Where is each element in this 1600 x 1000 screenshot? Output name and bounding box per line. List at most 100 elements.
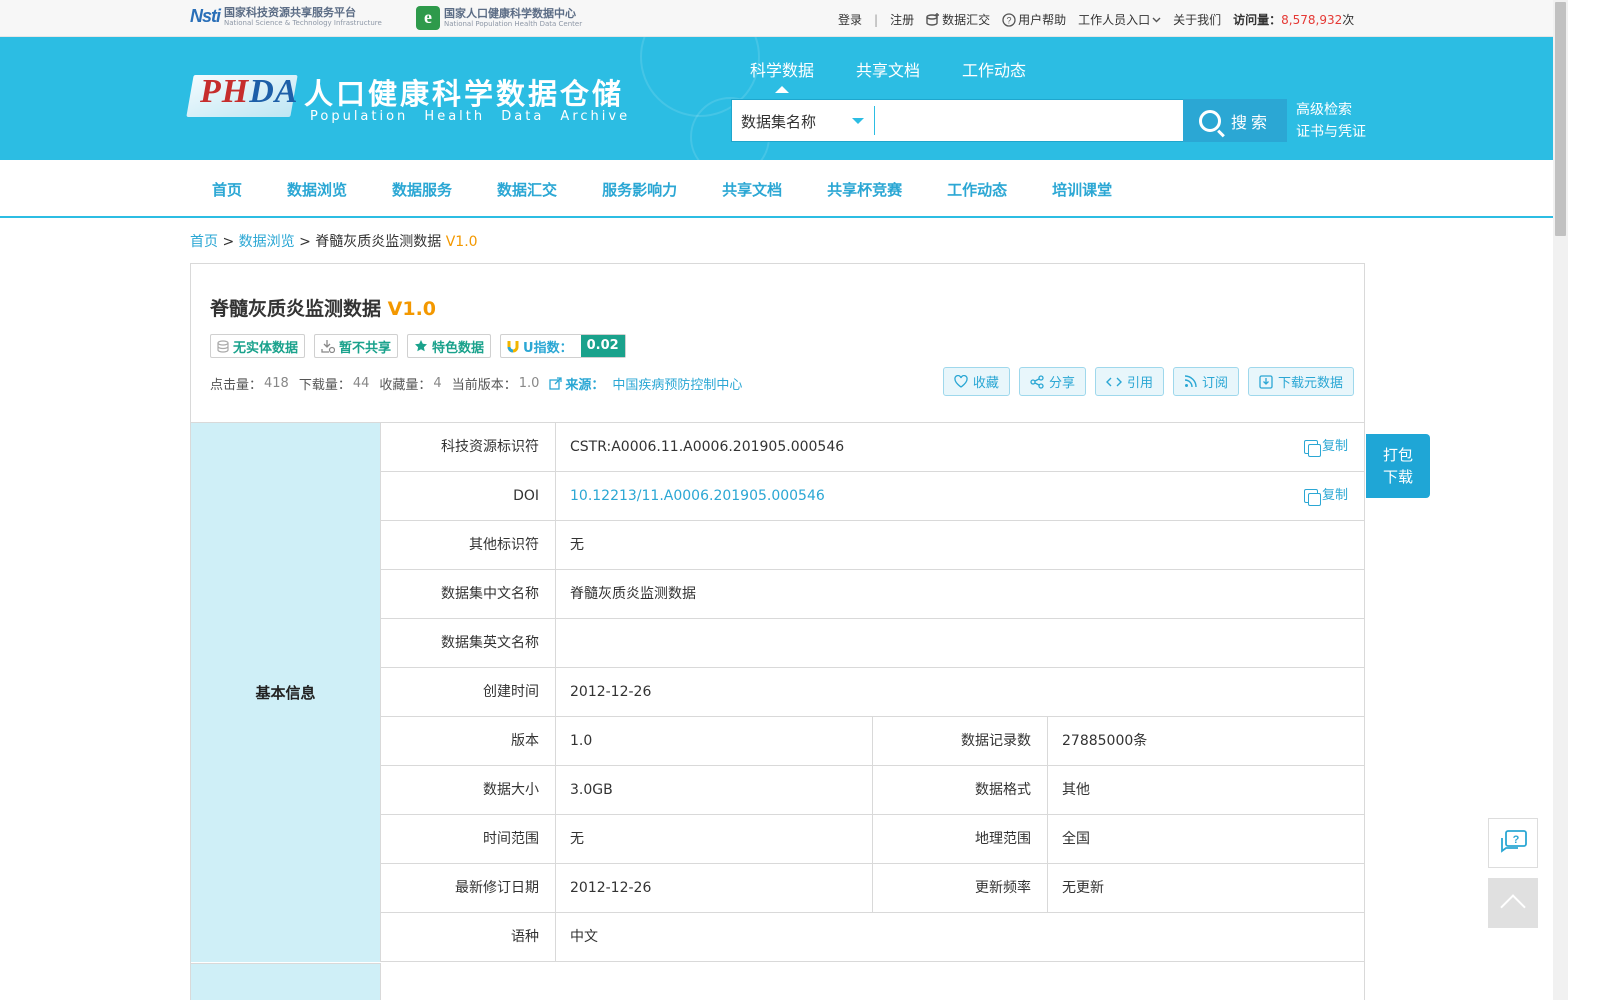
source-label: 来源：	[549, 374, 604, 393]
search-scope-select[interactable]: 数据集名称	[741, 111, 816, 132]
site-header: PHDA 人口健康科学数据仓储 Population Health Data A…	[0, 37, 1553, 160]
page-scrollbar[interactable]	[1553, 0, 1568, 1000]
favorite-button[interactable]: 收藏	[942, 367, 1010, 396]
download-icon	[1259, 374, 1273, 389]
nsti-logo[interactable]: Nsti 国家科技资源共享服务平台 National Science & Tec…	[190, 6, 382, 27]
dataset-stats: 点击量： 418 下载量： 44 收藏量： 4 当前版本： 1.0 来源： 中国…	[210, 374, 742, 393]
breadcrumb-browse[interactable]: 数据浏览	[239, 234, 295, 250]
cite-button[interactable]: 引用	[1094, 367, 1164, 396]
cstr-value: CSTR:A0006.11.A0006.201905.000546	[570, 439, 845, 455]
table-row: 数据集英文名称	[381, 619, 1364, 668]
basic-info-table: 基本信息 科技资源标识符 CSTR:A0006.11.A0006.201905.…	[191, 422, 1364, 1000]
nav-training[interactable]: 培训课堂	[1052, 179, 1112, 200]
nav-shared-docs[interactable]: 共享文档	[722, 179, 782, 200]
nav-service-impact[interactable]: 服务影响力	[602, 179, 677, 200]
source-link[interactable]: 中国疾病预防控制中心	[612, 374, 742, 393]
scrollbar-thumb[interactable]	[1555, 2, 1566, 236]
table-row: 版本 1.0 数据记录数 27885000条	[381, 717, 1364, 766]
downloads-label: 下载量：	[298, 378, 351, 393]
database-icon	[217, 339, 229, 353]
copy-cstr-button[interactable]: 复制	[1303, 423, 1348, 471]
chat-question-icon: ?	[1501, 830, 1527, 853]
nav-home[interactable]: 首页	[212, 179, 242, 200]
certificate-link[interactable]: 证书与凭证	[1296, 121, 1366, 143]
dataset-card: 脊髓灰质炎监测数据 V1.0 无实体数据 暂不共享 特色数据 U指数： 0.02…	[190, 263, 1365, 1000]
copy-doi-button[interactable]: 复制	[1303, 472, 1348, 520]
help-label: 用户帮助	[1018, 13, 1067, 27]
star-icon	[415, 340, 428, 352]
row-key: 时间范围	[381, 815, 556, 863]
row-value	[556, 619, 1364, 667]
table-row: DOI 10.12213/11.A0006.201905.000546 复制	[381, 472, 1364, 521]
top-separator: |	[874, 12, 879, 27]
download-metadata-label: 下载元数据	[1277, 376, 1343, 391]
subscribe-button[interactable]: 订阅	[1172, 367, 1239, 396]
chat-help-button[interactable]: ?	[1488, 818, 1538, 868]
row-key: 地理范围	[873, 815, 1048, 863]
tag-featured-label: 特色数据	[432, 340, 485, 356]
row-key: 数据记录数	[873, 717, 1048, 765]
clicks-value: 418	[264, 376, 289, 391]
nav-data-browse[interactable]: 数据浏览	[287, 179, 347, 200]
nav-competition[interactable]: 共享杯竞赛	[827, 179, 902, 200]
help-link[interactable]: ? 用户帮助	[1002, 11, 1066, 28]
site-title-cn: 人口健康科学数据仓储	[304, 77, 625, 111]
row-value: 27885000条	[1062, 733, 1148, 749]
search-button[interactable]: 搜索	[1183, 99, 1287, 142]
back-to-top-button[interactable]	[1488, 878, 1538, 928]
share-label: 分享	[1048, 376, 1075, 391]
favorites-label: 收藏量：	[379, 378, 432, 393]
cite-label: 引用	[1126, 376, 1153, 391]
tab-science-data[interactable]: 科学数据	[750, 57, 814, 93]
row-key: 版本	[381, 717, 556, 765]
tag-not-shared-label: 暂不共享	[339, 340, 392, 356]
row-key: 科技资源标识符	[381, 423, 556, 471]
login-link[interactable]: 登录	[838, 11, 862, 28]
nphdc-mark: e	[416, 6, 440, 30]
advanced-search-link[interactable]: 高级检索	[1296, 99, 1366, 121]
u-index-value: 0.02	[580, 335, 625, 357]
about-link[interactable]: 关于我们	[1173, 11, 1221, 28]
version-value: 1.0	[518, 376, 540, 391]
table-row: 最新修订日期 2012-12-26 更新频率 无更新	[381, 864, 1364, 913]
tag-u-index: U指数： 0.02	[500, 334, 626, 358]
row-value: 无	[556, 815, 873, 863]
nphdc-logo[interactable]: e 国家人口健康科学数据中心 National Population Healt…	[416, 6, 582, 30]
nav-data-submit[interactable]: 数据汇交	[497, 179, 557, 200]
search-icon	[1198, 109, 1221, 132]
data-submit-link[interactable]: 数据汇交	[926, 11, 990, 28]
breadcrumb-version: V1.0	[445, 234, 478, 250]
share-button[interactable]: 分享	[1018, 367, 1086, 396]
breadcrumb-sep: >	[222, 234, 235, 250]
breadcrumb-home[interactable]: 首页	[190, 234, 218, 250]
pack-download-button[interactable]: 打包 下载	[1366, 434, 1430, 498]
header-tabs: 科学数据 共享文档 工作动态	[750, 57, 1026, 93]
nav-data-service[interactable]: 数据服务	[392, 179, 452, 200]
staff-entry-dropdown[interactable]: 工作人员入口	[1078, 11, 1161, 28]
heart-icon	[954, 375, 968, 388]
tab-work-news[interactable]: 工作动态	[962, 57, 1026, 81]
register-link[interactable]: 注册	[890, 11, 914, 28]
dataset-tags: 无实体数据 暂不共享 特色数据 U指数： 0.02	[210, 334, 626, 358]
search-bar: 数据集名称 搜索	[731, 99, 1287, 142]
table-row: 创建时间 2012-12-26	[381, 668, 1364, 717]
top-bar: Nsti 国家科技资源共享服务平台 National Science & Tec…	[0, 0, 1553, 37]
breadcrumb: 首页 > 数据浏览 > 脊髓灰质炎监测数据 V1.0	[190, 231, 478, 251]
table-row: 语种 中文	[381, 913, 1364, 962]
row-value: 10.12213/11.A0006.201905.000546 复制	[556, 472, 1364, 520]
tab-shared-docs[interactable]: 共享文档	[856, 57, 920, 81]
section-label-next	[191, 963, 381, 1000]
pack-download-line2: 下载	[1382, 468, 1413, 486]
row-key: 数据大小	[381, 766, 556, 814]
favorites-value: 4	[433, 376, 442, 391]
search-input[interactable]	[882, 104, 1172, 137]
nsti-name-cn: 国家科技资源共享服务平台	[224, 5, 357, 19]
row-key: 数据格式	[873, 766, 1048, 814]
row-value: 无	[570, 537, 584, 553]
doi-link[interactable]: 10.12213/11.A0006.201905.000546	[570, 488, 825, 504]
caret-down-icon[interactable]	[852, 118, 864, 124]
nav-work-news[interactable]: 工作动态	[947, 179, 1007, 200]
download-metadata-button[interactable]: 下载元数据	[1247, 367, 1354, 396]
downloads-value: 44	[352, 376, 370, 391]
row-value: 2012-12-26	[556, 864, 873, 912]
